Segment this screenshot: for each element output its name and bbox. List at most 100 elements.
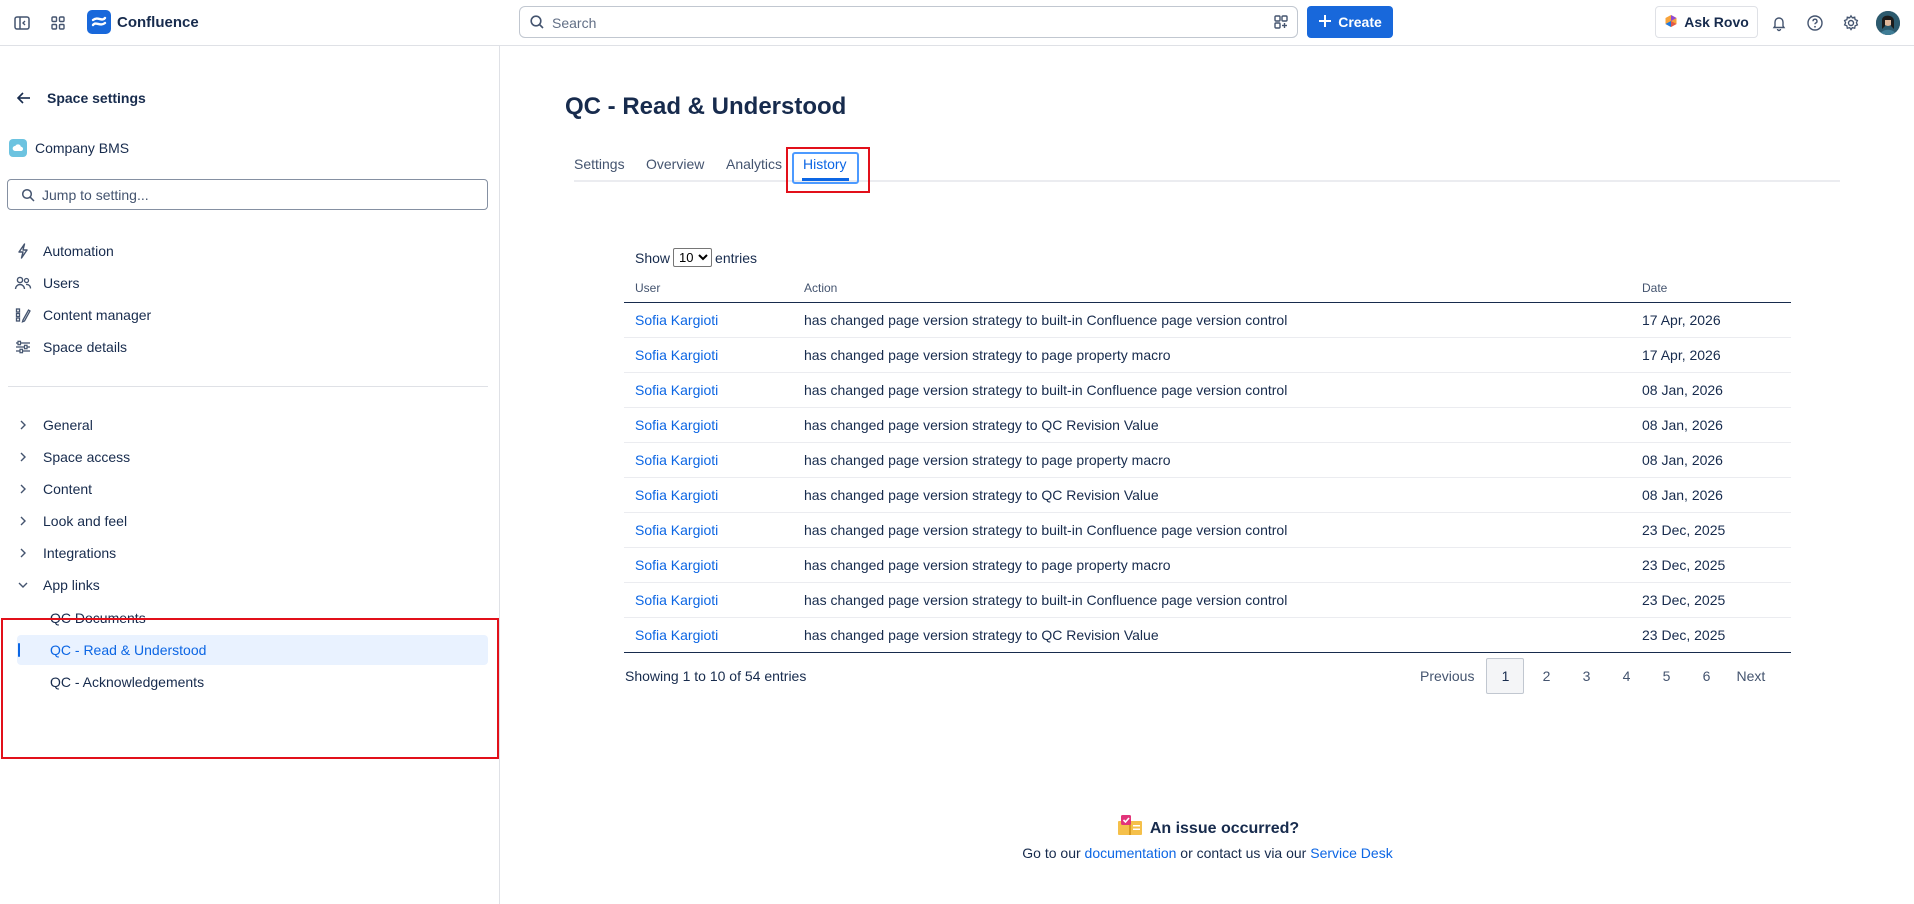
search-icon [21, 188, 35, 205]
sidebar-item-content-manager[interactable]: Content manager [8, 301, 488, 329]
sidebar-item-qc-read-understood[interactable]: QC - Read & Understood [17, 635, 488, 665]
user-link[interactable]: Sofia Kargioti [635, 347, 718, 363]
lightning-icon [13, 241, 33, 261]
help-text-before: Go to our [1022, 845, 1081, 861]
action-cell: has changed page version strategy to QC … [793, 407, 1631, 443]
active-tab-indicator [802, 178, 849, 181]
user-link[interactable]: Sofia Kargioti [635, 417, 718, 433]
page-button-3[interactable]: 3 [1566, 658, 1606, 694]
user-link[interactable]: Sofia Kargioti [635, 487, 718, 503]
date-cell: 17 Apr, 2026 [1631, 337, 1791, 373]
table-row: Sofia Kargioti has changed page version … [624, 337, 1791, 373]
column-header-action[interactable]: Action [793, 274, 1631, 303]
user-cell: Sofia Kargioti [624, 617, 793, 653]
create-button[interactable]: Create [1307, 6, 1393, 38]
entries-label: entries [715, 249, 758, 266]
settings-gear-icon[interactable] [1839, 11, 1863, 35]
sidebar-item-automation[interactable]: Automation [8, 237, 488, 265]
space-name[interactable]: Company BMS [35, 140, 129, 156]
sidebar-item-qc-documents[interactable]: QC Documents [17, 603, 488, 633]
search-icon [529, 14, 545, 33]
search-bar[interactable] [519, 6, 1298, 38]
user-link[interactable]: Sofia Kargioti [635, 382, 718, 398]
issue-help-section: An issue occurred? Go to our documentati… [900, 815, 1515, 861]
date-cell: 08 Jan, 2026 [1631, 477, 1791, 513]
user-cell: Sofia Kargioti [624, 302, 793, 338]
user-cell: Sofia Kargioti [624, 477, 793, 513]
sidebar-item-users[interactable]: Users [8, 269, 488, 297]
sidebar-item-label: Automation [43, 243, 114, 259]
user-link[interactable]: Sofia Kargioti [635, 627, 718, 643]
notifications-bell-icon[interactable] [1767, 11, 1791, 35]
page-length-control: Show 10 entries [635, 248, 757, 267]
user-link[interactable]: Sofia Kargioti [635, 312, 718, 328]
back-arrow-icon[interactable] [14, 88, 34, 108]
entries-per-page-select[interactable]: 10 [673, 248, 713, 267]
confluence-logo-icon[interactable] [87, 10, 111, 34]
tab-history[interactable]: History [803, 156, 847, 172]
sidebar-group-general[interactable]: General [8, 411, 488, 439]
ask-rovo-button[interactable]: Ask Rovo [1655, 6, 1758, 38]
sidebar-item-label: QC Documents [50, 610, 146, 626]
page-button-6[interactable]: 6 [1686, 658, 1726, 694]
plus-icon [1318, 14, 1332, 31]
tab-overview[interactable]: Overview [646, 156, 704, 172]
column-header-date[interactable]: Date [1631, 274, 1791, 303]
table-row: Sofia Kargioti has changed page version … [624, 512, 1791, 548]
sliders-icon [13, 337, 33, 357]
user-link[interactable]: Sofia Kargioti [635, 522, 718, 538]
column-header-user[interactable]: User [624, 274, 793, 303]
date-cell: 23 Dec, 2025 [1631, 512, 1791, 548]
sidebar-group-integrations[interactable]: Integrations [8, 539, 488, 567]
chevron-right-icon [13, 511, 33, 531]
table-row: Sofia Kargioti has changed page version … [624, 407, 1791, 443]
tab-settings[interactable]: Settings [574, 156, 625, 172]
app-switcher-icon[interactable] [46, 11, 70, 35]
sidebar-item-qc-acknowledgements[interactable]: QC - Acknowledgements [17, 667, 488, 697]
table-row: Sofia Kargioti has changed page version … [624, 582, 1791, 618]
action-cell: has changed page version strategy to QC … [793, 477, 1631, 513]
service-desk-link[interactable]: Service Desk [1310, 845, 1392, 861]
documentation-link[interactable]: documentation [1085, 845, 1177, 861]
user-cell: Sofia Kargioti [624, 407, 793, 443]
action-cell: has changed page version strategy to pag… [793, 547, 1631, 583]
jump-to-setting-input[interactable] [42, 186, 472, 204]
sidebar-group-look-and-feel[interactable]: Look and feel [8, 507, 488, 535]
ask-rovo-label: Ask Rovo [1684, 14, 1749, 30]
user-cell: Sofia Kargioti [624, 442, 793, 478]
help-icon[interactable] [1803, 11, 1827, 35]
tab-analytics[interactable]: Analytics [726, 156, 782, 172]
sidebar-item-space-details[interactable]: Space details [8, 333, 488, 361]
page-button-1[interactable]: 1 [1486, 658, 1525, 694]
previous-page-button[interactable]: Previous [1410, 658, 1484, 694]
sidebar-group-label: Look and feel [43, 513, 128, 529]
chevron-right-icon [13, 415, 33, 435]
sidebar-group-content[interactable]: Content [8, 475, 488, 503]
next-page-button[interactable]: Next [1726, 658, 1775, 694]
user-link[interactable]: Sofia Kargioti [635, 557, 718, 573]
page-button-2[interactable]: 2 [1526, 658, 1566, 694]
date-cell: 08 Jan, 2026 [1631, 407, 1791, 443]
sidebar-group-label: General [43, 417, 93, 433]
pagination: Previous 1 2 3 4 5 6 Next [1410, 658, 1775, 694]
page-button-5[interactable]: 5 [1646, 658, 1686, 694]
sidebar-item-label: QC - Read & Understood [50, 642, 207, 658]
page-button-4[interactable]: 4 [1606, 658, 1646, 694]
app-name[interactable]: Confluence [117, 14, 199, 31]
user-link[interactable]: Sofia Kargioti [635, 452, 718, 468]
user-avatar[interactable] [1876, 11, 1900, 35]
table-row: Sofia Kargioti has changed page version … [624, 372, 1791, 408]
checklist-icon [1116, 815, 1144, 842]
chevron-right-icon [13, 447, 33, 467]
sidebar-toggle-icon[interactable] [10, 11, 34, 35]
sidebar-group-space-access[interactable]: Space access [8, 443, 488, 471]
tab-bar: Settings Overview Analytics History [574, 150, 1840, 182]
table-row: Sofia Kargioti has changed page version … [624, 302, 1791, 338]
user-link[interactable]: Sofia Kargioti [635, 592, 718, 608]
search-filters-icon[interactable] [1273, 14, 1289, 33]
jump-to-setting-field[interactable] [7, 179, 488, 210]
search-input[interactable] [552, 13, 1252, 33]
date-cell: 08 Jan, 2026 [1631, 372, 1791, 408]
sidebar-group-app-links[interactable]: App links [8, 571, 488, 599]
history-table: User Action Date Sofia Kargioti has chan… [624, 274, 1791, 653]
